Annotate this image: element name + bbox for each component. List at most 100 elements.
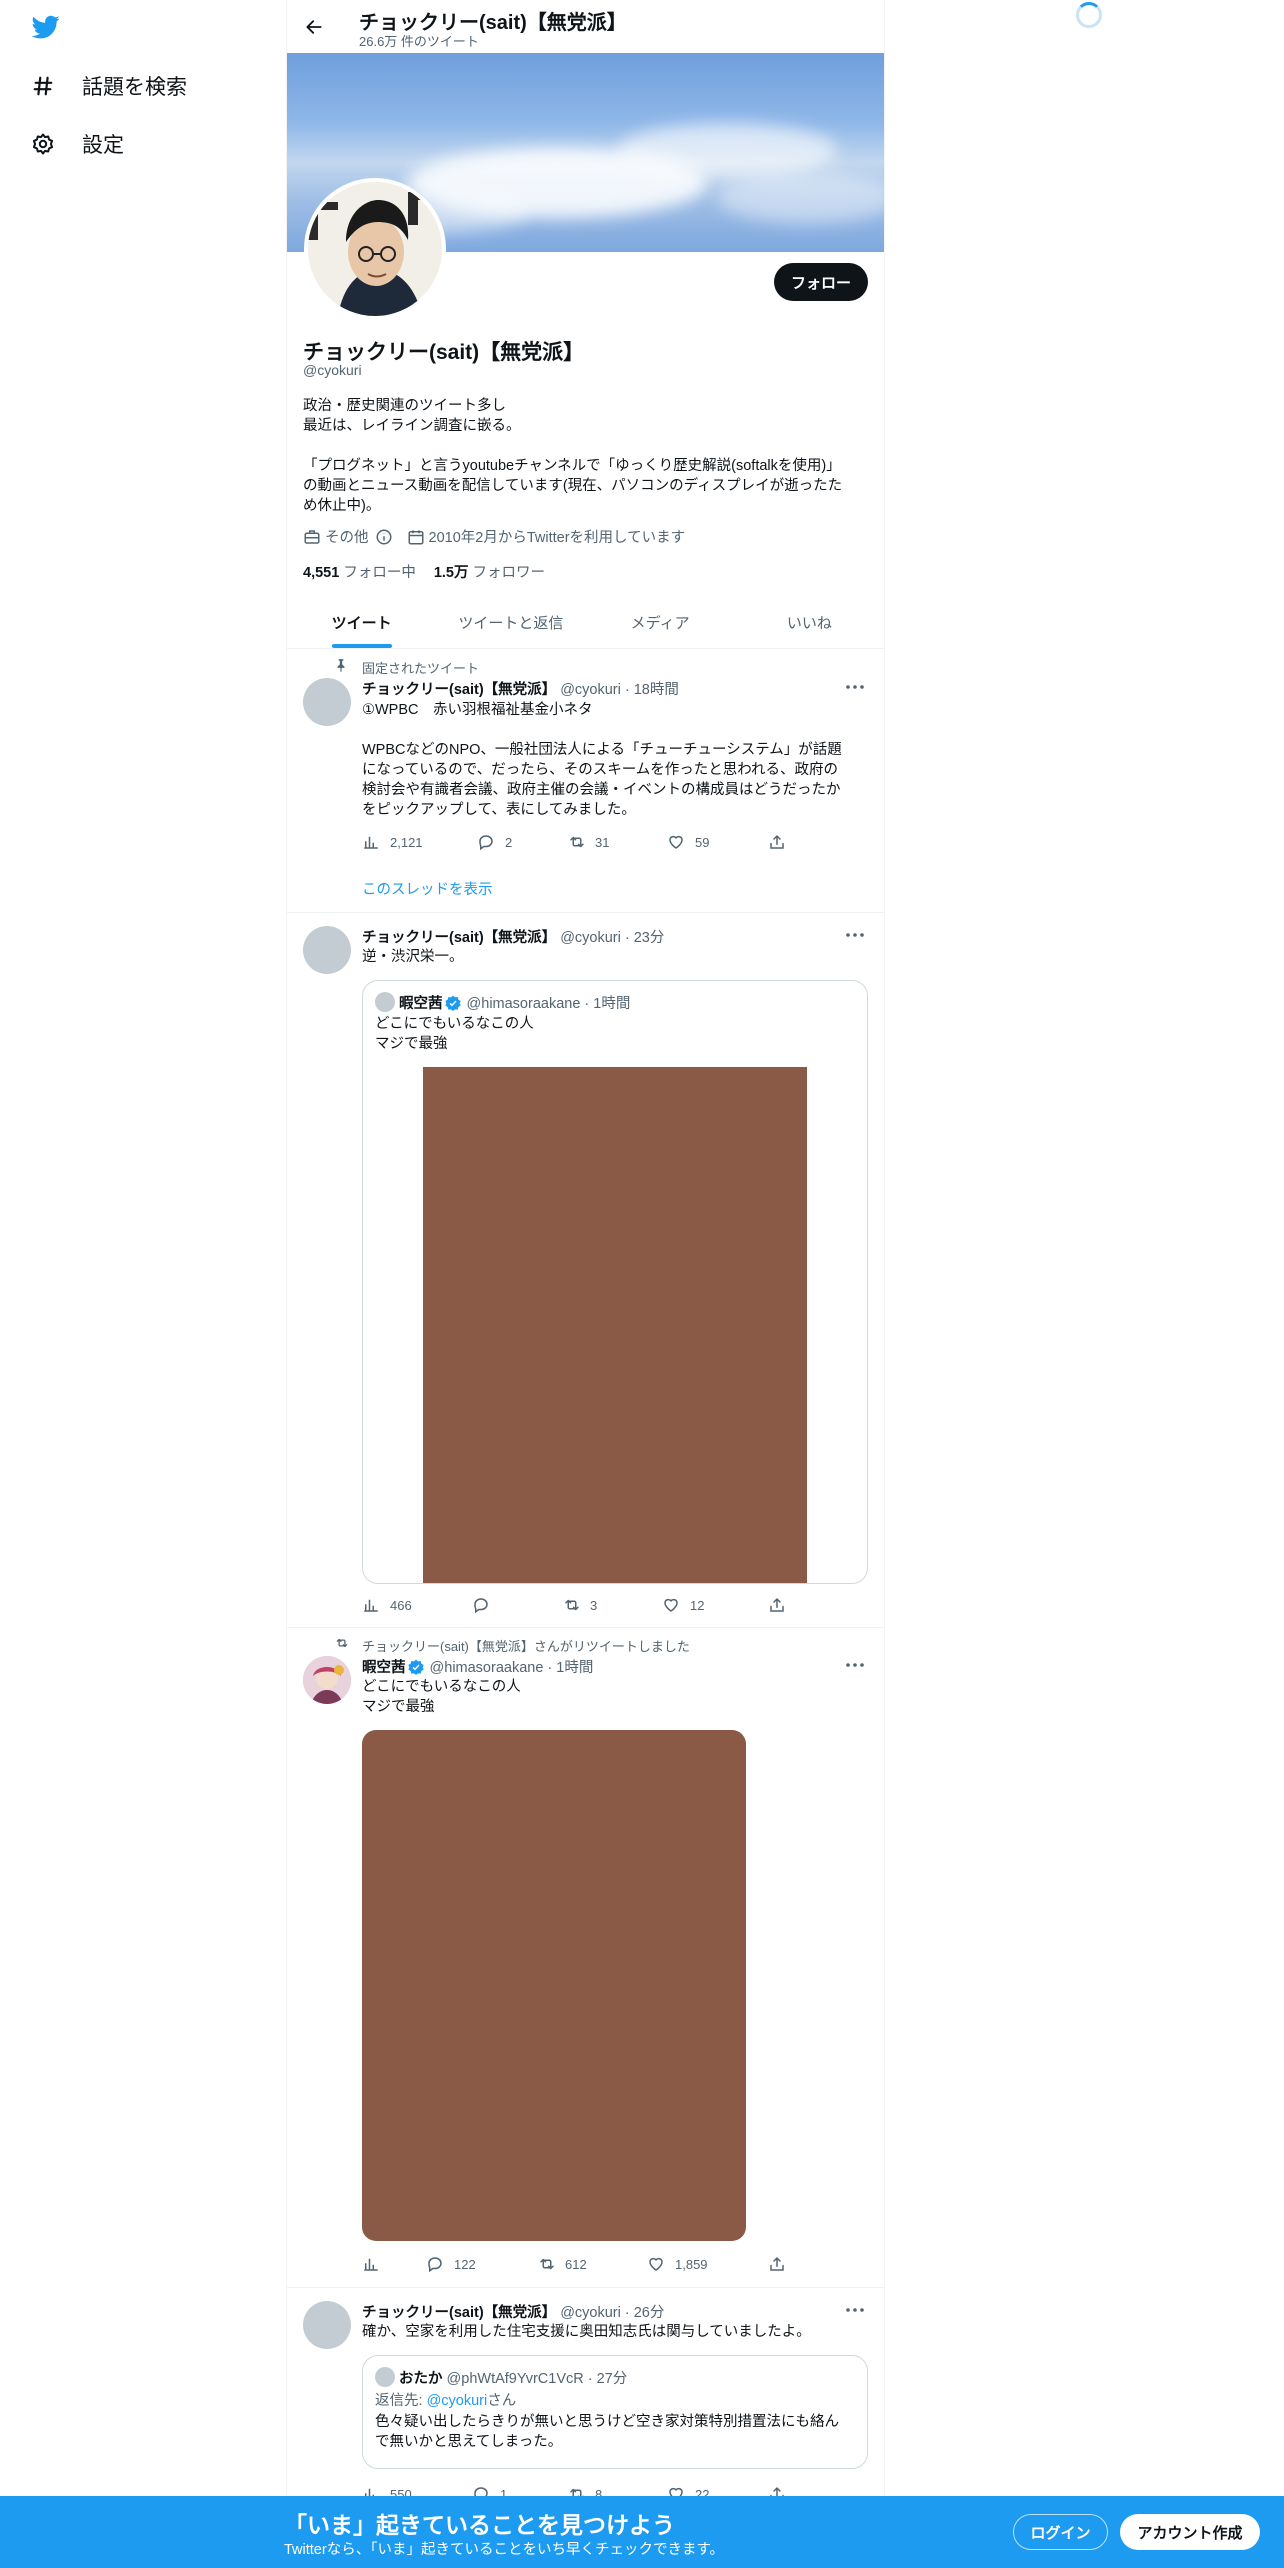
- sidebar-item-settings[interactable]: 設定: [30, 122, 124, 166]
- profile-handle: @cyokuri: [303, 362, 362, 378]
- profile-avatar[interactable]: [304, 178, 446, 320]
- author-handle-time[interactable]: @cyokuri · 26分: [560, 2305, 664, 2321]
- more-options-button[interactable]: [844, 926, 866, 944]
- heart-icon: [667, 833, 685, 851]
- quoted-tweet[interactable]: おたか @phWtAf9YvrC1VcR · 27分 返信先: @cyokuri…: [362, 2355, 868, 2469]
- views-button[interactable]: 2,121: [362, 833, 423, 851]
- tweet[interactable]: チョックリー(sait)【無党派】 @cyokuri · 23分 逆・渋沢栄一。…: [287, 914, 884, 1628]
- tab-tweets[interactable]: ツイート: [287, 596, 436, 648]
- followers-link[interactable]: 1.5万 フォロワー: [434, 561, 545, 582]
- views-button[interactable]: [362, 2255, 390, 2273]
- avatar: [375, 2367, 395, 2387]
- views-icon: [362, 2255, 380, 2273]
- follow-button[interactable]: フォロー: [774, 263, 868, 301]
- tweet[interactable]: チョックリー(sait)【無党派】さんがリツイートしました 暇空茜 @himas…: [287, 1629, 884, 2288]
- views-button[interactable]: 466: [362, 1596, 412, 1614]
- signup-prompt-bar: 「いま」起きていることを見つけよう Twitterなら、「いま」起きていることを…: [0, 2496, 1284, 2568]
- quoted-tweet[interactable]: 暇空茜 @himasoraakane · 1時間 どこにでもいるなこの人 マジで…: [362, 980, 868, 1584]
- share-button[interactable]: [768, 1596, 786, 1614]
- bio-line: 政治・歴史関連のツイート多し: [303, 398, 506, 414]
- info-icon[interactable]: [375, 528, 393, 546]
- tweet-text-line: 検討会や有識者会議、政府主催の会議・イベントの構成員はどうだったか: [362, 782, 841, 798]
- tweet-header: チョックリー(sait)【無党派】 @cyokuri · 23分: [362, 926, 664, 947]
- avatar[interactable]: [303, 2301, 351, 2349]
- tweet-header: 暇空茜 @himasoraakane · 1時間: [362, 1656, 593, 1677]
- gear-icon: [30, 131, 56, 157]
- reply-icon: [426, 2255, 444, 2273]
- arrow-left-icon: [304, 17, 324, 37]
- quoted-text-line: で無いかと思えてしまった。: [375, 2434, 563, 2450]
- hashtag-icon: [30, 73, 56, 99]
- retweet-button[interactable]: 31: [567, 833, 609, 851]
- quoted-media-image[interactable]: [423, 1067, 807, 1583]
- author-handle-time[interactable]: @cyokuri · 18時間: [560, 682, 679, 698]
- share-button[interactable]: [768, 833, 786, 851]
- profile-header-bar: チョックリー(sait)【無党派】 26.6万 件のツイート: [287, 0, 884, 53]
- retweet-button[interactable]: 612: [537, 2255, 587, 2273]
- show-thread-link[interactable]: このスレッドを表示: [362, 878, 493, 899]
- profile-joined-date: 2010年2月からTwitterを利用しています: [428, 530, 686, 546]
- bio-line: め休止中)。: [303, 498, 381, 514]
- back-button[interactable]: [299, 12, 329, 42]
- bio-line: の動画とニュース動画を配信しています(現在、パソコンのディスプレイが逝ったた: [303, 478, 843, 494]
- profile-meta: その他 2010年2月からTwitterを利用しています: [303, 526, 685, 547]
- tab-tweets-and-replies[interactable]: ツイートと返信: [436, 596, 585, 648]
- tweet-text-line: どこにでもいるなこの人: [362, 1679, 521, 1695]
- heart-icon: [662, 1596, 680, 1614]
- author-name[interactable]: チョックリー(sait)【無党派】: [362, 930, 556, 946]
- loading-spinner-icon: [1076, 2, 1102, 28]
- login-button[interactable]: ログイン: [1013, 2514, 1108, 2550]
- like-button[interactable]: 59: [667, 833, 709, 851]
- tweet-header: チョックリー(sait)【無党派】 @cyokuri · 18時間: [362, 678, 679, 699]
- like-button[interactable]: 1,859: [647, 2255, 708, 2273]
- tab-media[interactable]: メディア: [586, 596, 735, 648]
- verified-badge-icon: [444, 995, 461, 1011]
- tweet-text-line: をピックアップして、表にしてみました。: [362, 802, 636, 818]
- share-button[interactable]: [768, 2255, 786, 2273]
- sidebar-item-explore[interactable]: 話題を検索: [30, 64, 187, 108]
- tweet[interactable]: 固定されたツイート チョックリー(sait)【無党派】 @cyokuri · 1…: [287, 650, 884, 913]
- reply-button[interactable]: 122: [426, 2255, 476, 2273]
- reply-button[interactable]: [472, 1596, 500, 1614]
- author-handle-time[interactable]: @cyokuri · 23分: [560, 930, 664, 946]
- twitter-bird-icon[interactable]: [30, 13, 66, 43]
- author-handle-time[interactable]: @himasoraakane · 1時間: [430, 1660, 594, 1676]
- header-tweet-count: 26.6万 件のツイート: [359, 34, 479, 49]
- calendar-icon: [407, 528, 425, 546]
- create-account-button[interactable]: アカウント作成: [1120, 2514, 1260, 2550]
- pinned-label: 固定されたツイート: [362, 661, 480, 676]
- quoted-text-line: マジで最強: [375, 1036, 448, 1052]
- quoted-text-line: どこにでもいるなこの人: [375, 1016, 534, 1032]
- tweet-text-line: 確か、空家を利用した住宅支援に奥田知志氏は関与していましたよ。: [362, 2324, 811, 2340]
- tweet-text-line: WPBCなどのNPO、一般社団法人による「チューチューシステム」が話題: [362, 742, 842, 758]
- avatar[interactable]: [303, 678, 351, 726]
- more-options-button[interactable]: [844, 1656, 866, 1674]
- reply-button[interactable]: 2: [477, 833, 512, 851]
- reply-icon: [472, 1596, 490, 1614]
- author-name[interactable]: チョックリー(sait)【無党派】: [362, 682, 556, 698]
- avatar[interactable]: [303, 1656, 351, 1704]
- sidebar-item-label: 話題を検索: [82, 76, 187, 99]
- quoted-text-line: 色々疑い出したらきりが無いと思うけど空き家対策特別措置法にも絡ん: [375, 2414, 839, 2430]
- briefcase-icon: [303, 528, 321, 546]
- signup-prompt-title: 「いま」起きていることを見つけよう: [284, 2512, 675, 2538]
- pin-icon: [334, 658, 352, 676]
- tab-likes[interactable]: いいね: [735, 596, 884, 648]
- retweet-icon: [537, 2255, 555, 2273]
- share-icon: [768, 833, 786, 851]
- tweet-header: チョックリー(sait)【無党派】 @cyokuri · 26分: [362, 2301, 664, 2322]
- author-name[interactable]: 暇空茜: [362, 1660, 406, 1676]
- author-name[interactable]: チョックリー(sait)【無党派】: [362, 2305, 556, 2321]
- following-link[interactable]: 4,551 フォロー中: [303, 561, 416, 582]
- like-button[interactable]: 12: [662, 1596, 704, 1614]
- avatar[interactable]: [303, 926, 351, 974]
- profile-tabs: ツイート ツイートと返信 メディア いいね: [287, 596, 884, 649]
- follow-stats: 4,551 フォロー中 1.5万 フォロワー: [303, 561, 545, 582]
- profile-category: その他: [325, 530, 369, 546]
- more-options-button[interactable]: [844, 678, 866, 696]
- tweet-media-image[interactable]: [362, 1730, 746, 2241]
- more-options-button[interactable]: [844, 2301, 866, 2319]
- retweet-button[interactable]: 3: [562, 1596, 597, 1614]
- share-icon: [768, 1596, 786, 1614]
- retweeted-by-label[interactable]: チョックリー(sait)【無党派】さんがリツイートしました: [362, 1636, 690, 1655]
